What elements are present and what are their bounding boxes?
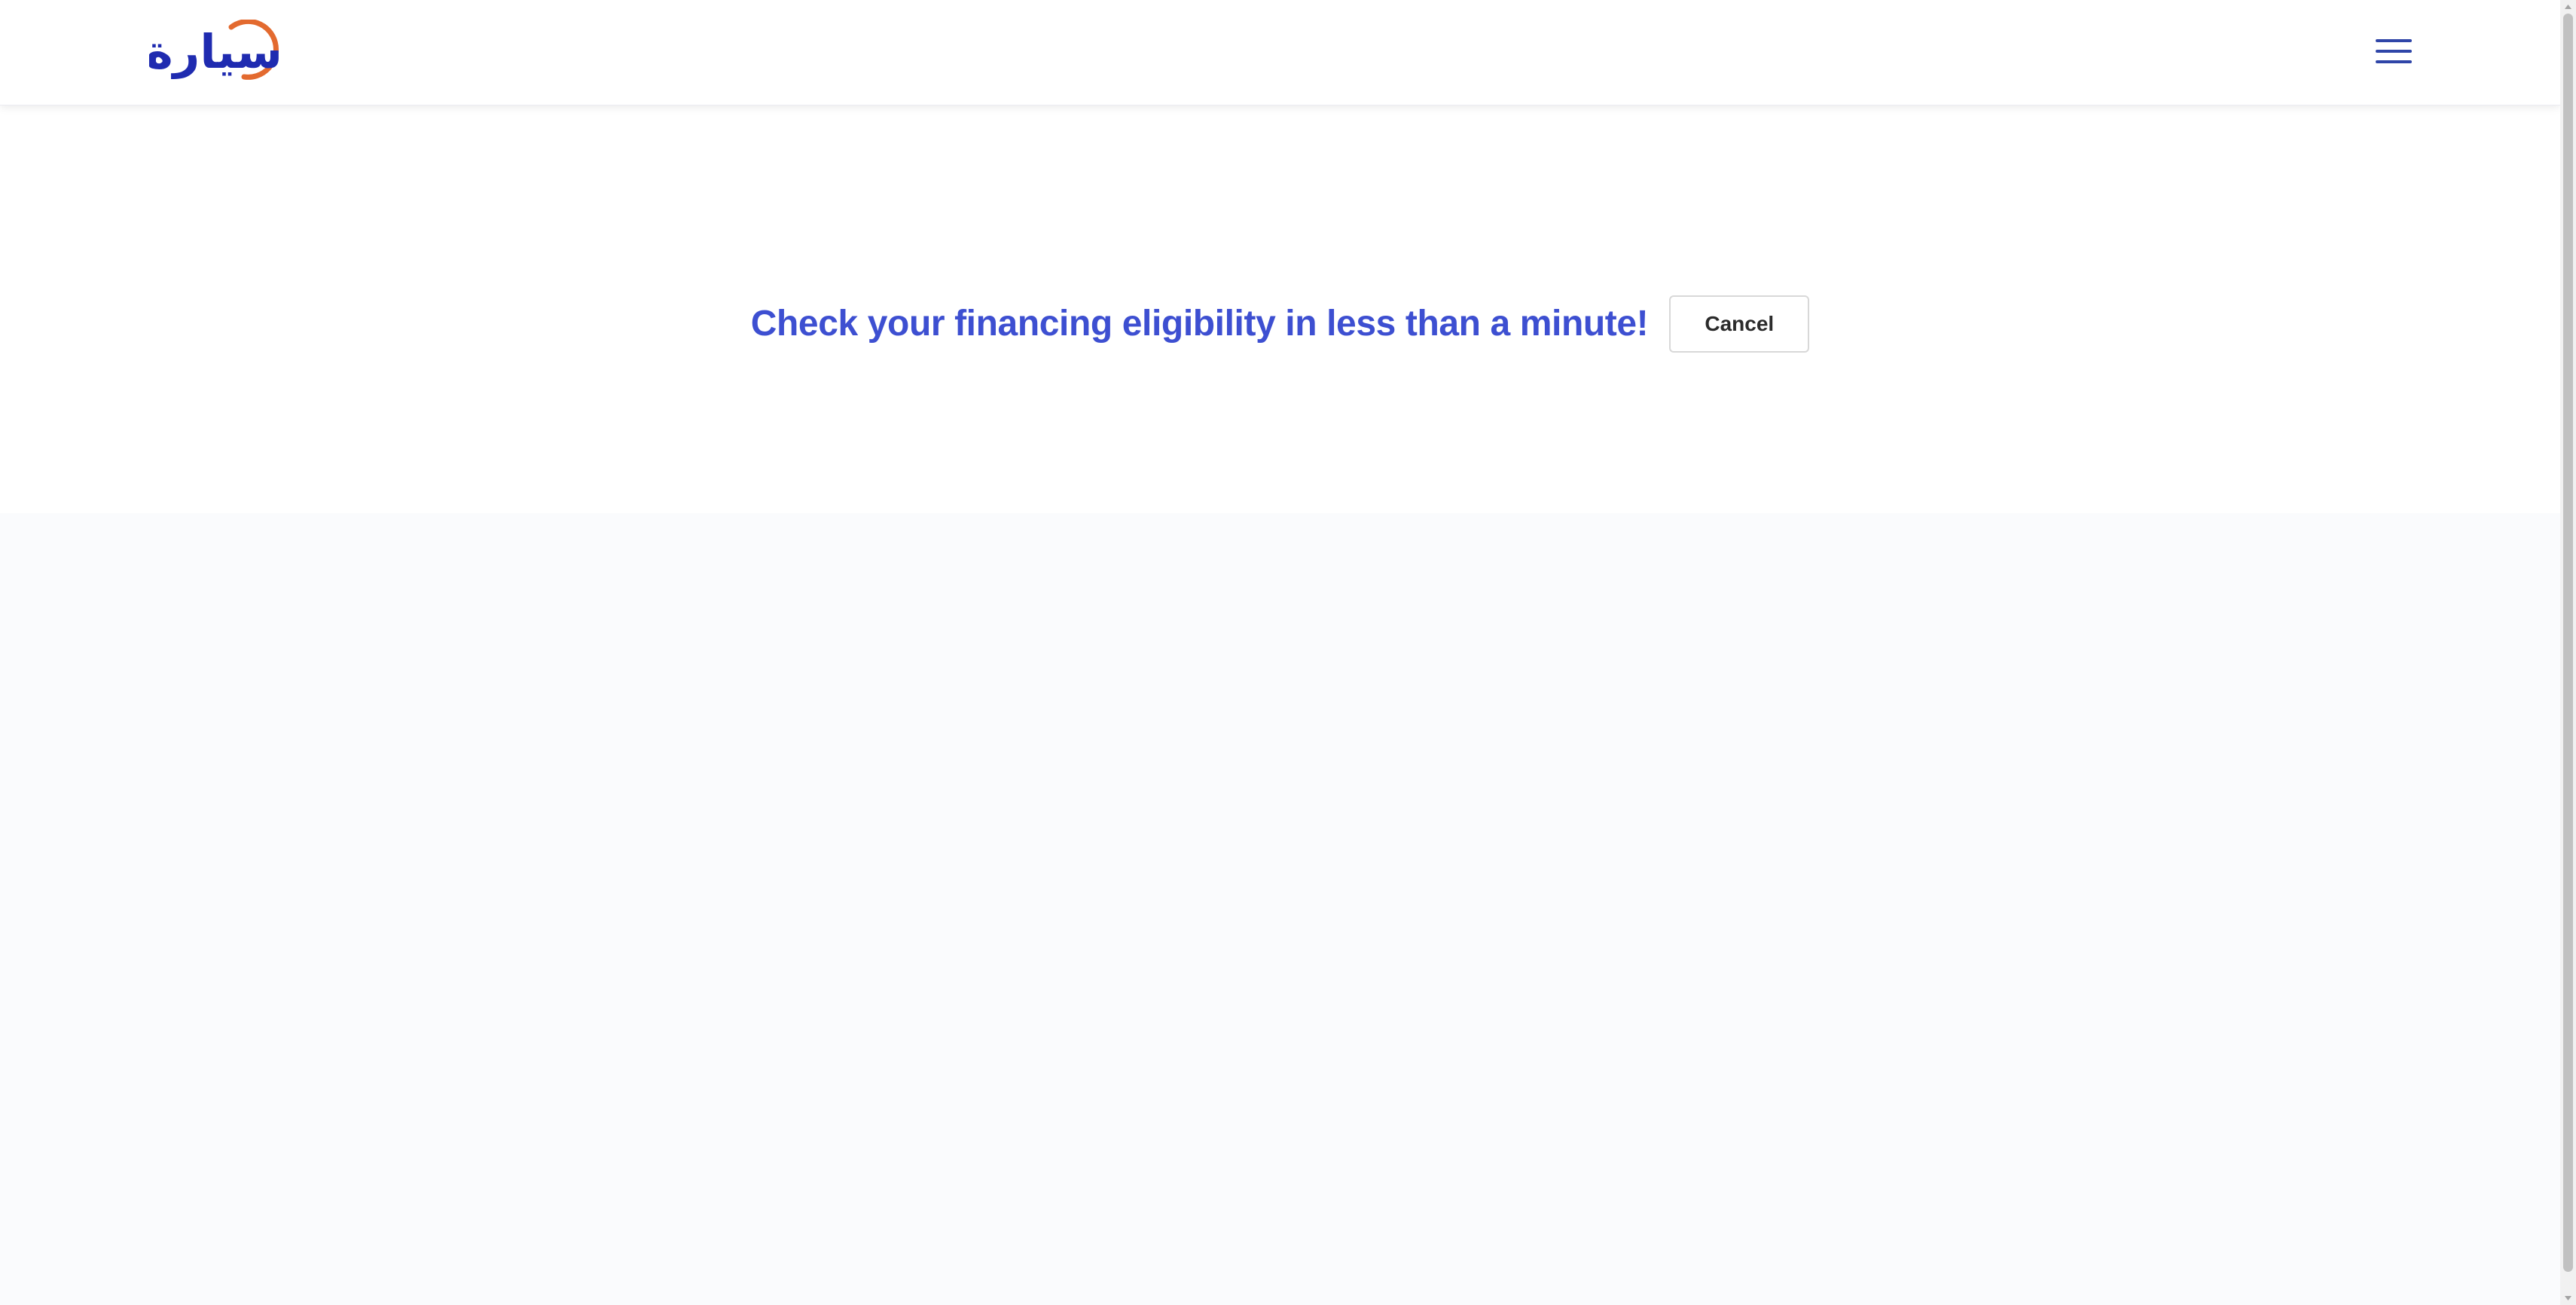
content-area — [0, 513, 2560, 1305]
eligibility-heading-row: Check your financing eligibility in less… — [0, 293, 2560, 355]
scrollbar-thumb[interactable] — [2563, 14, 2573, 1272]
logo-wordmark: سيارة — [149, 24, 282, 79]
page-title: Check your financing eligibility in less… — [750, 304, 1649, 344]
site-header: سيارة — [0, 0, 2560, 105]
eligibility-intro-section: Check your financing eligibility in less… — [0, 105, 2560, 513]
hamburger-menu-icon — [2376, 39, 2412, 63]
menu-button[interactable] — [2371, 33, 2416, 69]
vertical-scrollbar[interactable] — [2560, 0, 2576, 1305]
site-logo[interactable]: سيارة — [145, 18, 285, 84]
scroll-up-arrow-icon[interactable] — [2560, 0, 2576, 14]
cancel-button[interactable]: Cancel — [1669, 295, 1810, 353]
scroll-down-arrow-icon[interactable] — [2560, 1291, 2576, 1305]
browser-viewport: سيارة Check your financing eligibility i… — [0, 0, 2576, 1305]
